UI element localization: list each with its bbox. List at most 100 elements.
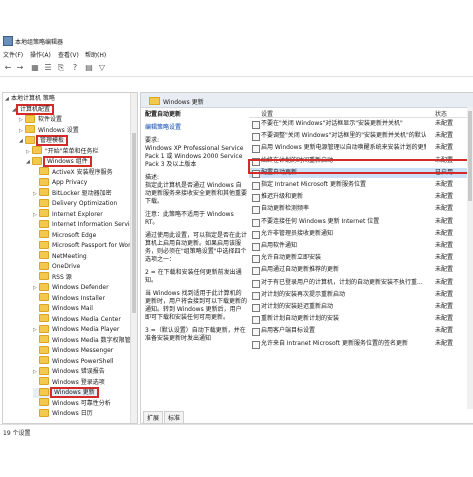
setting-row[interactable]: 启用 Windows 更新电源管理以自动唤醒系统来安装计划的更新 未配置 [249,143,473,154]
setting-name: 对计划的安装延迟重新启动 [261,303,334,310]
setting-state: 未配置 [435,229,454,237]
help-icon[interactable]: ? [70,63,80,73]
setting-name: 启用软件通知 [261,242,298,249]
list-icon[interactable]: ☰ [43,63,53,73]
tree-node[interactable]: Windows Media Center [33,314,121,325]
window-title: 本地组策略编辑器 [15,39,64,46]
menu-file[interactable]: 文件(F) [3,50,23,59]
scrollbar-thumb[interactable] [468,111,472,201]
tree-node[interactable]: ▷ "开始"菜单和任务栏 [26,146,99,157]
tree-node[interactable]: ▷ Windows 错误报告 [33,366,105,377]
menu-view[interactable]: 查看(V) [58,50,79,59]
tree-node-label: Delivery Optimization [52,200,118,207]
setting-row[interactable]: 重新计划自动更新计划的安装 未配置 [249,314,473,325]
tab-standard[interactable]: 标准 [164,411,185,423]
setting-row[interactable]: 对计划的安装延迟重新启动 未配置 [249,302,473,312]
title-bar: 本地组策略编辑器 [0,33,473,47]
setting-row[interactable]: 启用通过自动更新推荐的更新 未配置 [249,265,473,276]
tree-node[interactable]: ◢ 计算机配置 [12,103,55,115]
folder-icon [39,282,49,291]
setting-state: 未配置 [435,181,454,188]
tree-node[interactable]: Delivery Optimization [33,198,118,209]
tree-node[interactable]: App Privacy [33,177,87,188]
folder-icon [149,97,160,105]
description-text: 指定此计算机是否通过 Windows 自动更新服务来接收安全更新和其他重要下载。 [145,182,248,205]
tree-node-label: Internet Explorer [52,210,103,218]
menu-action[interactable]: 操作(A) [30,50,51,59]
tree-node[interactable]: ▷ Windows 设置 [19,125,79,136]
tab-extended[interactable]: 扩展 [143,411,164,423]
tree-node[interactable]: Windows Installer [33,293,105,304]
setting-row[interactable]: 启用软件通知 未配置 [249,241,473,251]
tree-node[interactable]: NetMeeting [33,251,87,262]
body-text: 通过使用此设置，可以指定是否在此计算机上启用自动更新。如果启用该服务，则必须在"… [145,232,248,263]
filter-icon[interactable]: ▽ [97,63,107,73]
tree-node-label: Windows Mail [52,305,93,312]
setting-row[interactable]: 指定 Intranet Microsoft 更新服务位置 未配置 [249,180,473,190]
scrollbar[interactable] [467,107,473,409]
app-icon [3,36,13,46]
tree-node[interactable]: ◢ 管理模板 [19,135,69,146]
setting-row[interactable]: 启用客户端目标设置 未配置 [249,326,473,337]
setting-name: 允许自动更新立即安装 [261,254,322,262]
policy-setting-icon [252,206,260,215]
setting-row[interactable]: 不要连接任何 Windows 更新 Internet 位置 未配置 [249,217,473,227]
setting-row[interactable]: 对计划的安装再次提示重新启动 未配置 [249,290,473,300]
tree-node[interactable]: ▷ Windows Defender [33,282,109,293]
tree-node[interactable]: Windows Messenger [33,345,113,356]
edit-policy-link[interactable]: 编辑策略设置 [145,124,181,131]
column-setting[interactable]: 设置 [261,109,273,118]
tree-node[interactable]: ◢ Windows 组件 [26,156,92,167]
folder-icon [39,198,49,207]
show-tree-icon[interactable]: ▦ [30,63,40,73]
tree-scrollbar-thumb[interactable] [132,133,136,313]
setting-name: 自动更新检测频率 [261,205,310,213]
tree-node[interactable]: ActiveX 安装程序服务 [33,167,113,178]
setting-row[interactable]: 不要在"关闭 Windows"对话框显示"安装更新并关机" 未配置 [249,119,473,129]
tree-node[interactable]: Windows 可靠性分析 [33,398,111,409]
policy-setting-icon [252,194,260,203]
tree-node[interactable]: Windows Mail [33,303,93,314]
menu-help[interactable]: 帮助(H) [85,50,106,59]
policy-setting-icon [252,279,260,288]
policy-setting-icon [252,145,260,154]
tree-node[interactable]: Windows PowerShell [33,356,113,367]
export-icon[interactable]: ⎘ [56,63,66,73]
setting-row[interactable]: 对于有已登录用户的计算机，计划的自动更新安装不执行重... 未配置 [249,278,473,288]
tree-node-label: Windows 更新 [50,387,99,398]
setting-state: 未配置 [435,266,454,274]
back-arrow-icon[interactable]: ← [3,63,13,73]
setting-row[interactable]: 推迟升级和更新 未配置 [249,192,473,203]
properties-icon[interactable]: ▤ [84,63,94,73]
tree-node[interactable]: Windows Media 数字权限管理 [33,335,137,346]
panel-header-title: Windows 更新 [163,99,204,106]
details-panel: Windows 更新 配置自动更新 编辑策略设置 要求: Windows XP P… [140,92,473,424]
setting-state: 未配置 [435,315,454,323]
tree-node[interactable]: ▷ BitLocker 驱动器加密 [33,188,112,199]
tree-node[interactable]: ◢ 本地计算机 策略 [5,94,55,104]
setting-row[interactable]: 不要调整"关闭 Windows"对话框里的"安装更新并关机"的默认... 未配置 [249,131,473,142]
tree-node[interactable]: ▷ 软件设置 [19,114,62,125]
setting-row[interactable]: 允许来自 Intranet Microsoft 更新服务位置的签名更新 未配置 [249,339,473,349]
tree-node[interactable]: ▷ Windows Media Player [33,324,119,335]
tree-node[interactable]: Microsoft Passport for Wor [33,240,131,251]
folder-icon [25,125,35,133]
column-state[interactable]: 状态 [435,109,447,118]
tree-node[interactable]: Internet Information Service [33,219,137,230]
folder-icon [39,293,49,301]
setting-row[interactable]: 允许自动更新立即安装 未配置 [249,253,473,264]
tree-node[interactable]: ▷ Internet Explorer [33,209,103,220]
tree-node[interactable]: Windows 日历 [33,408,93,419]
forward-arrow-icon[interactable]: → [15,63,25,73]
tree-node[interactable]: OneDrive [33,261,80,272]
tree-scrollbar[interactable] [130,93,137,423]
setting-row[interactable]: 允许非管理员接收更新通知 未配置 [249,229,473,239]
tree-node[interactable]: RSS 源 [33,272,72,283]
toolbar: ← → ▦ ☰ ⎘ ? ▤ ▽ [0,60,473,77]
tree-node[interactable]: Windows 登录选项 [33,377,105,388]
folder-icon [39,408,49,417]
tree-node[interactable]: Windows 更新 [33,387,99,398]
setting-row[interactable]: 自动更新检测频率 未配置 [249,204,473,215]
tree-node[interactable]: Microsoft Edge [33,230,96,241]
settings-list: 设置 状态 不要在"关闭 Windows"对话框显示"安装更新并关机" 未配置 不要… [249,107,473,407]
